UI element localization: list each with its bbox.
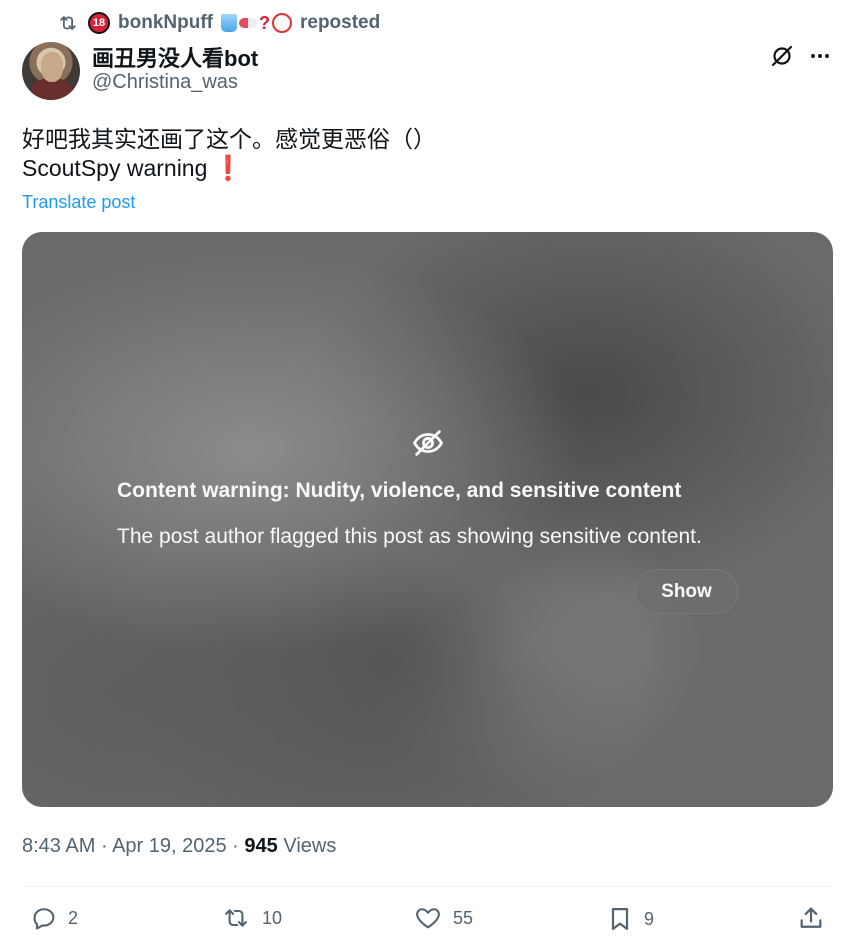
translate-post-link[interactable]: Translate post xyxy=(22,192,135,213)
repost-user-link[interactable]: bonkNpuff xyxy=(118,12,213,34)
author-display-name[interactable]: 画丑男没人看bot xyxy=(92,41,258,73)
post-meta: 8:43 AM · Apr 19, 2025 · 945 Views xyxy=(22,835,336,858)
reply-count: 2 xyxy=(68,907,79,928)
grok-icon[interactable] xyxy=(770,44,794,68)
exclamation-emoji-icon: ❗ xyxy=(213,155,244,182)
more-icon[interactable] xyxy=(808,44,832,68)
pill-emoji-icon xyxy=(238,18,257,28)
like-count: 55 xyxy=(453,907,474,928)
repost-button[interactable]: 10 xyxy=(220,904,282,932)
post-date[interactable]: Apr 19, 2025 xyxy=(112,835,227,857)
divider xyxy=(22,886,833,887)
author-handle[interactable]: @Christina_was xyxy=(92,71,238,94)
post-text-line-2-label: ScoutSpy warning xyxy=(22,155,208,181)
like-icon xyxy=(416,908,440,929)
repost-icon xyxy=(60,16,76,30)
post-time[interactable]: 8:43 AM xyxy=(22,835,95,857)
content-warning-body: The post author flagged this post as sho… xyxy=(117,525,702,548)
reply-button[interactable]: 2 xyxy=(30,904,78,932)
like-button[interactable]: 55 xyxy=(413,904,473,932)
share-button[interactable] xyxy=(797,904,825,932)
bookmark-icon xyxy=(611,907,629,931)
avatar-face-shape xyxy=(41,52,63,82)
post-text-line-2: ScoutSpy warning ❗ xyxy=(22,154,243,183)
repost-count: 10 xyxy=(262,907,283,928)
user-emoji-strip: ? xyxy=(220,12,292,34)
baseball-emoji-icon xyxy=(271,13,292,33)
cup-emoji-icon xyxy=(220,14,237,32)
post-text-line-1: 好吧我其实还画了这个。感觉更恶俗（） xyxy=(22,126,436,152)
meta-separator: · xyxy=(100,835,108,857)
bookmark-button[interactable]: 9 xyxy=(606,904,654,934)
views-count: 945 xyxy=(244,835,278,857)
action-bar: 2 10 55 9 xyxy=(0,900,856,940)
show-button[interactable]: Show xyxy=(635,569,738,614)
avatar[interactable] xyxy=(22,42,80,100)
bookmark-count: 9 xyxy=(644,908,655,929)
share-icon xyxy=(800,907,822,928)
repost-icon xyxy=(225,909,247,927)
question-emoji-icon: ? xyxy=(258,12,270,33)
content-warning-title: Content warning: Nudity, violence, and s… xyxy=(117,479,682,502)
meta-separator: · xyxy=(232,835,239,857)
views-label: Views xyxy=(283,835,337,857)
reply-icon xyxy=(33,908,55,930)
eye-off-icon xyxy=(413,430,443,456)
repost-header: 18 bonkNpuff ? reposted xyxy=(56,10,380,36)
sensitive-media[interactable]: Content warning: Nudity, violence, and s… xyxy=(22,232,833,807)
repost-label: reposted xyxy=(299,12,381,33)
age-18-badge-icon: 18 xyxy=(88,12,110,34)
